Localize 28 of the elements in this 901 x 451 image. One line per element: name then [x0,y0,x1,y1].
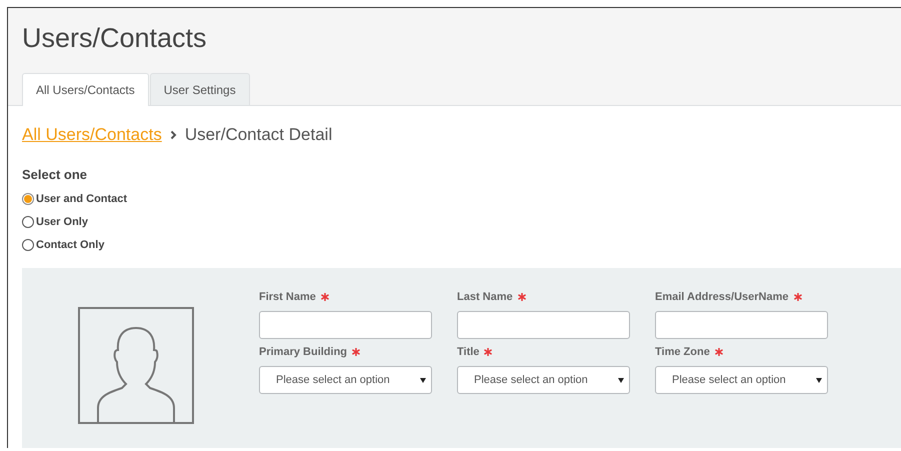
caret-icon [618,378,624,382]
caret-icon [420,378,426,382]
page-title: Users/Contacts [22,22,208,54]
input-field[interactable] [655,311,828,339]
caret-icon [816,378,822,382]
radio-label: Contact Only [36,238,104,250]
avatar-placeholder-icon [78,307,194,424]
input-field[interactable] [259,311,432,339]
chevron-icon [170,130,177,140]
field-label: Last Name [457,291,513,303]
select-dropdown[interactable]: Please select an option [655,366,828,394]
field-label: First Name [259,291,316,303]
field-label: Time Zone [655,346,710,358]
tab[interactable]: All Users/Contacts [22,73,149,106]
select-dropdown[interactable]: Please select an option [259,366,432,394]
input-field[interactable] [457,311,630,339]
field-label: Primary Building [259,346,348,358]
section-label: Select one [22,167,88,182]
radio-label: User and Contact [36,192,128,204]
select-dropdown[interactable]: Please select an option [457,366,630,394]
field-label: Email Address/UserName [655,291,788,303]
radio-button[interactable] [22,238,34,250]
radio-label: User Only [36,216,88,228]
breadcrumb-current: User/Contact Detail [184,125,332,145]
tab[interactable]: User Settings [150,73,250,105]
field-label: Title [457,346,480,358]
radio-button[interactable] [22,192,34,204]
radio-button[interactable] [22,216,34,228]
